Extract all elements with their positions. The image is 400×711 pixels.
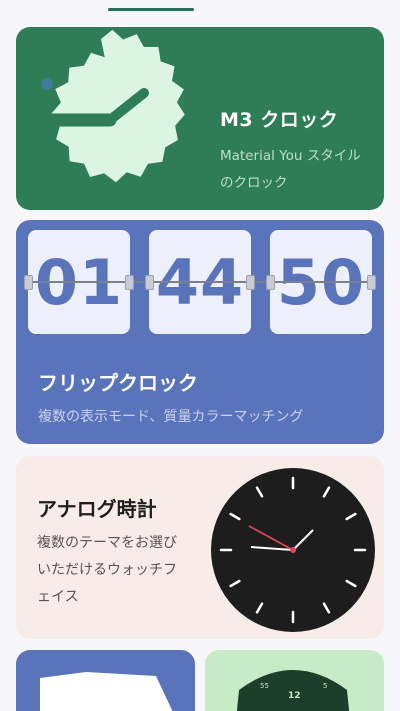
preview-number: 5 bbox=[323, 682, 327, 690]
flip-clock-title: フリップクロック bbox=[38, 371, 198, 395]
flip-clip bbox=[145, 275, 154, 290]
analog-clock-desc: 複数のテーマをお選びいただけるウォッチフェイス bbox=[37, 535, 177, 605]
preview-number: 55 bbox=[260, 682, 269, 690]
flip-clip bbox=[367, 275, 376, 290]
m3-dot-icon bbox=[41, 78, 53, 90]
flip-clip bbox=[266, 275, 275, 290]
preview-number: 12 bbox=[288, 691, 301, 701]
analog-clock-preview bbox=[211, 468, 375, 632]
analog-clock-card[interactable]: アナログ時計 複数のテーマをお選びいただけるウォッチフェイス bbox=[16, 456, 384, 639]
m3-clock-card[interactable]: M3 クロック Material You スタイルのクロック bbox=[16, 27, 384, 210]
m3-clock-face bbox=[51, 29, 185, 183]
flip-clock-desc: 複数の表示モード、質量カラーマッチング bbox=[38, 409, 304, 425]
flip-clock-card[interactable]: 01 44 50 フリップクロック 複数の表示モード、質量カラーマッチング bbox=[16, 220, 384, 444]
bottom-left-preview bbox=[40, 672, 172, 711]
m3-clock-desc: Material You スタイルのクロック bbox=[220, 148, 361, 191]
flip-divider-line bbox=[26, 281, 374, 283]
analog-center-dot bbox=[290, 547, 296, 553]
m3-clock-preview bbox=[41, 29, 185, 183]
analog-clock-title: アナログ時計 bbox=[37, 497, 157, 521]
bottom-left-card[interactable] bbox=[16, 650, 195, 711]
flip-clip bbox=[246, 275, 255, 290]
m3-clock-title: M3 クロック bbox=[220, 109, 339, 131]
tab-indicator bbox=[108, 8, 194, 11]
flip-clip bbox=[125, 275, 134, 290]
flip-clip bbox=[24, 275, 33, 290]
bottom-right-card[interactable]: 55 12 5 bbox=[205, 650, 384, 711]
bottom-right-preview: 55 12 5 bbox=[236, 670, 350, 711]
